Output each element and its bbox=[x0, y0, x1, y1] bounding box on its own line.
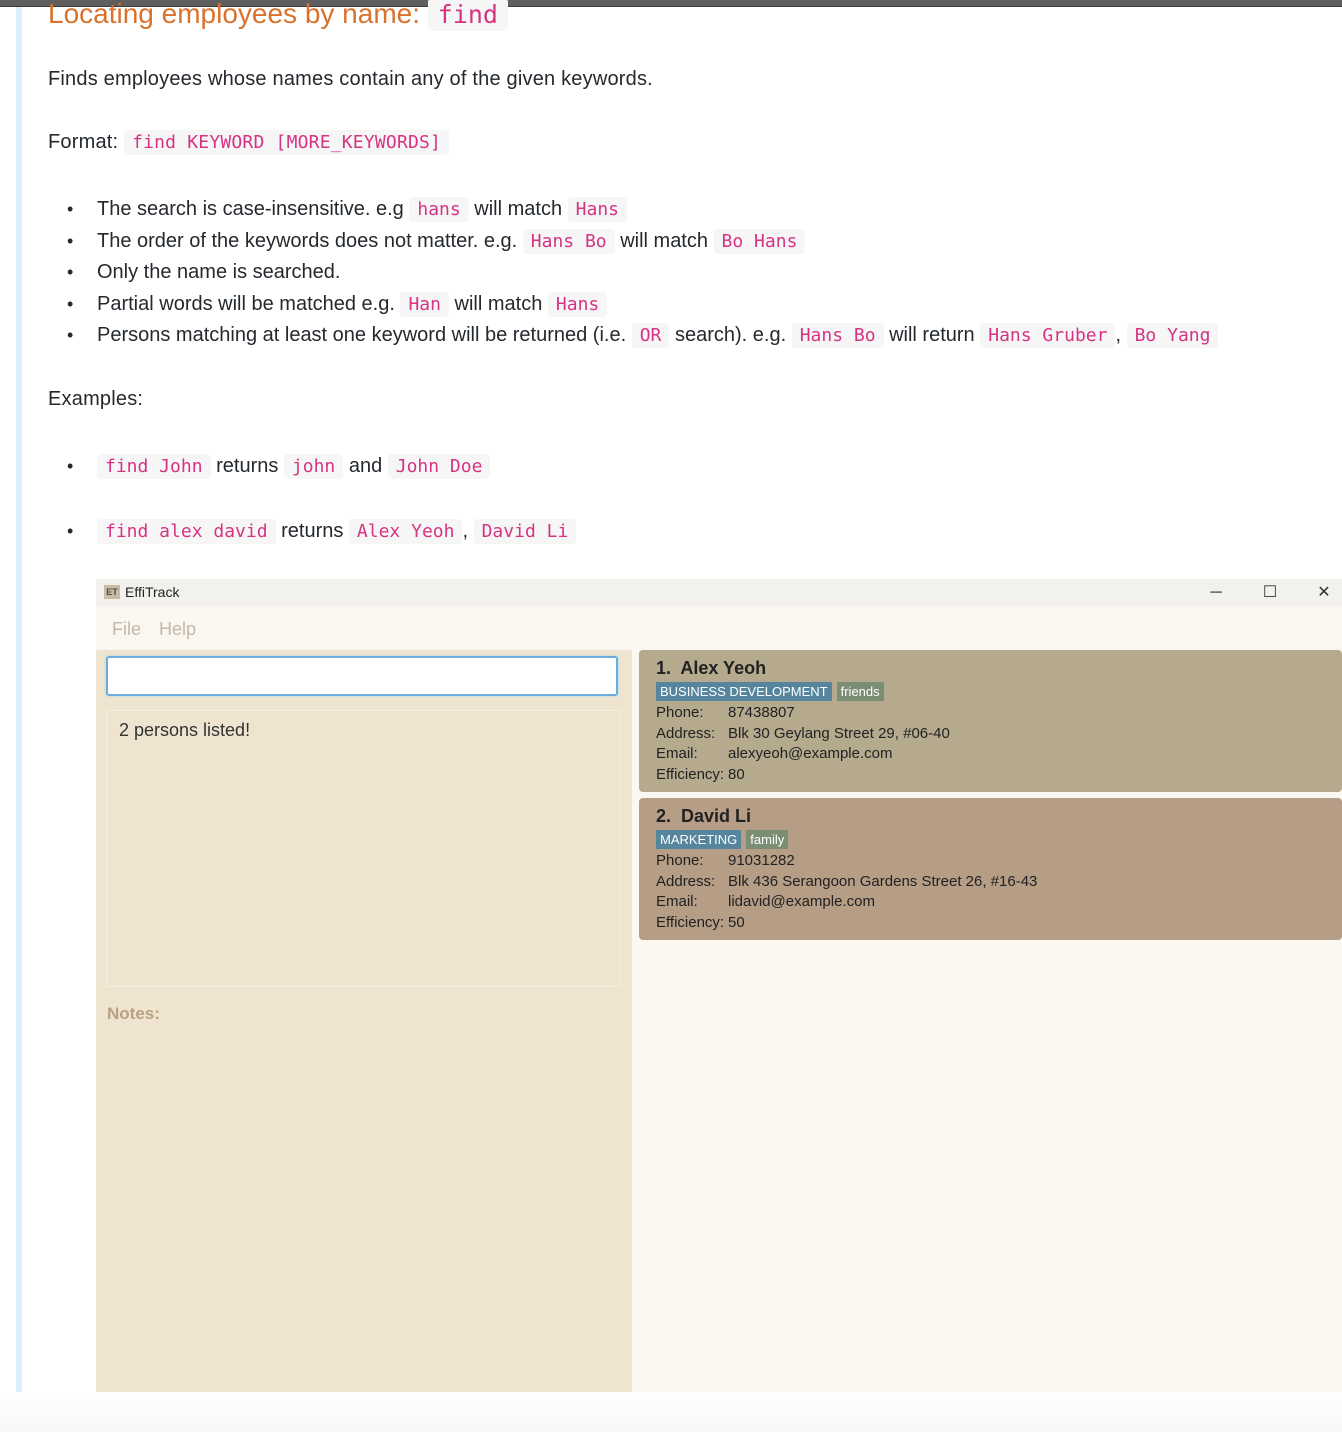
page-bottom bbox=[0, 1392, 1342, 1432]
inline-code: find alex david bbox=[97, 519, 276, 544]
inline-code: hans bbox=[409, 197, 469, 222]
inline-code: David Li bbox=[473, 519, 577, 544]
text-fragment: and bbox=[343, 455, 388, 477]
examples-label: Examples: bbox=[48, 388, 144, 410]
minimize-button[interactable]: ─ bbox=[1196, 579, 1236, 606]
text-fragment: The search is case-insensitive. e.g bbox=[97, 198, 410, 220]
content-left-border bbox=[16, 7, 22, 1421]
rule-item: Persons matching at least one keyword wi… bbox=[48, 320, 1219, 352]
inline-code: Bo Hans bbox=[713, 228, 806, 254]
tag-list: MARKETING family bbox=[656, 830, 1325, 851]
left-pane: 2 persons listed! Notes: bbox=[96, 650, 632, 1392]
department-tag: MARKETING bbox=[656, 830, 742, 849]
menu-help[interactable]: Help bbox=[159, 619, 196, 640]
rule-item: Only the name is searched. bbox=[48, 257, 1218, 289]
text-fragment: will match bbox=[468, 198, 568, 220]
rules-list: The search is case-insensitive. e.g hans… bbox=[48, 194, 1219, 352]
person-card[interactable]: 2. David Li MARKETING family Phone: 91031282… bbox=[639, 798, 1342, 940]
person-efficiency: Efficiency: 80 bbox=[656, 765, 745, 783]
menu-file[interactable]: File bbox=[112, 619, 141, 640]
command-input[interactable] bbox=[106, 656, 618, 696]
text-fragment: Persons matching at least one keyword wi… bbox=[97, 324, 632, 346]
window-title: EffiTrack bbox=[125, 584, 180, 600]
close-button[interactable]: ✕ bbox=[1304, 579, 1342, 606]
department-tag: BUSINESS DEVELOPMENT bbox=[656, 682, 832, 701]
rule-item: The order of the keywords does not matte… bbox=[48, 226, 1218, 258]
person-efficiency: Efficiency: 50 bbox=[656, 913, 745, 931]
person-email: Email: lidavid@example.com bbox=[656, 893, 875, 910]
text-fragment: returns bbox=[210, 455, 284, 477]
inline-code: Hans bbox=[567, 197, 627, 222]
tag-list: BUSINESS DEVELOPMENT friends bbox=[656, 682, 1325, 703]
inline-code: Hans Bo bbox=[522, 228, 615, 254]
effitrack-window: ET EffiTrack ─ ☐ ✕ File Help 2 persons l… bbox=[96, 579, 1342, 1392]
result-message: 2 persons listed! bbox=[119, 720, 251, 740]
inline-code: Alex Yeoh bbox=[348, 519, 463, 544]
section-description: Finds employees whose names contain any … bbox=[48, 68, 653, 90]
person-name: 2. David Li bbox=[656, 806, 752, 826]
inline-code: Hans Gruber bbox=[980, 323, 1116, 348]
app-logo-icon: ET bbox=[104, 585, 120, 599]
notes-label: Notes: bbox=[107, 1004, 160, 1023]
person-address: Address: Blk 436 Serangoon Gardens Street… bbox=[656, 872, 1038, 890]
inline-code: Han bbox=[400, 291, 449, 317]
text-fragment: will return bbox=[883, 324, 981, 346]
text-fragment: will match bbox=[448, 292, 548, 315]
examples-list: find John returns john and John Doefind … bbox=[48, 451, 577, 581]
example-item: find alex david returns Alex Yeoh, David… bbox=[48, 516, 577, 581]
relation-tag: family bbox=[746, 830, 789, 849]
inline-code: john bbox=[283, 454, 344, 479]
format-code: find KEYWORD [MORE_KEYWORDS] bbox=[124, 130, 450, 155]
person-address: Address: Blk 30 Geylang Street 29, #06-40 bbox=[656, 724, 950, 742]
inline-code: Hans Bo bbox=[791, 323, 884, 348]
text-fragment: , bbox=[1115, 324, 1127, 346]
rule-item: Partial words will be matched e.g. Han w… bbox=[48, 289, 1218, 321]
title-bar[interactable]: ET EffiTrack ─ ☐ ✕ bbox=[96, 579, 1342, 606]
text-fragment: , bbox=[462, 520, 474, 542]
rule-item: The search is case-insensitive. e.g hans… bbox=[48, 194, 1218, 226]
text-fragment: Only the name is searched. bbox=[97, 261, 341, 283]
inline-code: Hans bbox=[547, 291, 608, 317]
person-name: 1. Alex Yeoh bbox=[656, 658, 767, 678]
person-email: Email: alexyeoh@example.com bbox=[656, 745, 893, 762]
person-card[interactable]: 1. Alex Yeoh BUSINESS DEVELOPMENT friends P… bbox=[639, 650, 1342, 792]
text-fragment: Partial words will be matched e.g. bbox=[97, 292, 401, 315]
person-phone: Phone: 91031282 bbox=[656, 852, 795, 869]
relation-tag: friends bbox=[836, 682, 884, 701]
heading-code: find bbox=[427, 0, 508, 31]
person-phone: Phone: 87438807 bbox=[656, 704, 795, 721]
text-fragment: The order of the keywords does not matte… bbox=[97, 229, 523, 252]
example-item: find John returns john and John Doe bbox=[48, 451, 576, 516]
text-fragment: returns bbox=[275, 520, 349, 542]
result-display: 2 persons listed! bbox=[106, 710, 620, 987]
inline-code: OR bbox=[631, 323, 670, 348]
inline-code: find John bbox=[97, 454, 211, 479]
menu-bar: File Help bbox=[96, 606, 1342, 650]
format-line: Format: find KEYWORD [MORE_KEYWORDS] bbox=[48, 130, 450, 155]
maximize-button[interactable]: ☐ bbox=[1250, 579, 1290, 606]
text-fragment: search). e.g. bbox=[669, 324, 792, 346]
inline-code: John Doe bbox=[387, 454, 491, 479]
text-fragment: will match bbox=[614, 229, 714, 252]
inline-code: Bo Yang bbox=[1126, 323, 1219, 348]
section-heading: Locating employees by name: find bbox=[48, 0, 508, 31]
